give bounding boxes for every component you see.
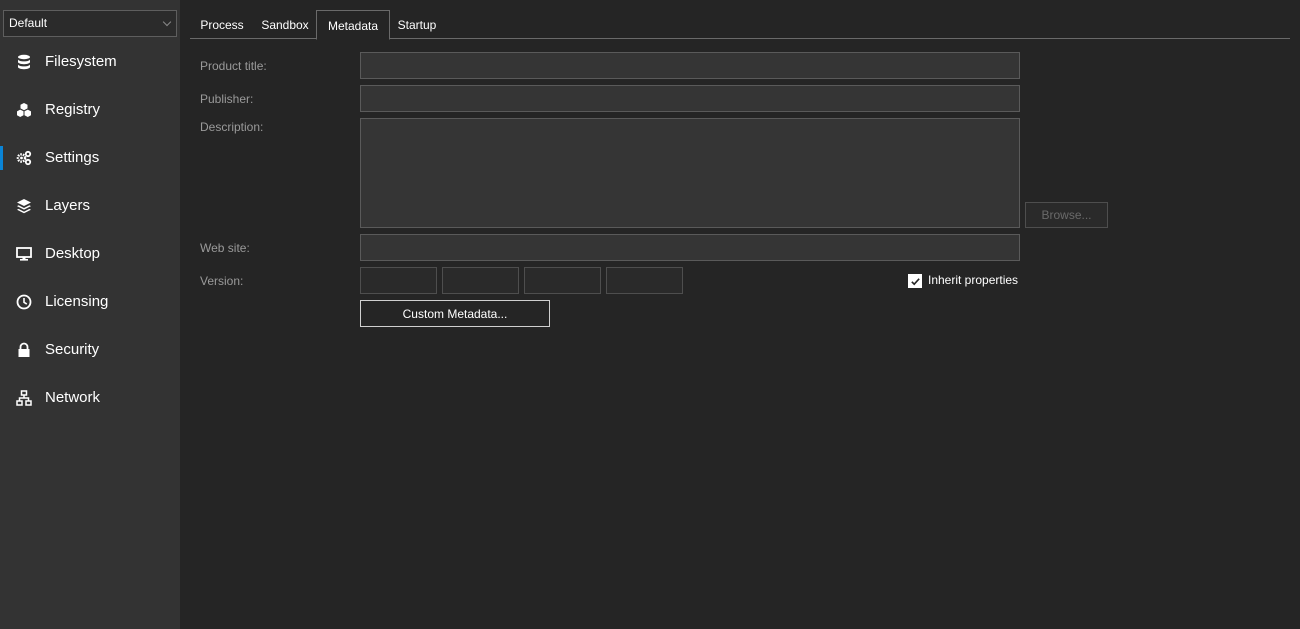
version-minor-field[interactable] (442, 267, 519, 294)
sidebar: Default Filesystem Registry Settings Lay… (0, 0, 180, 629)
version-major-field[interactable] (360, 267, 437, 294)
tab-sandbox[interactable]: Sandbox (254, 10, 316, 39)
sidebar-item-filesystem[interactable]: Filesystem (0, 42, 180, 82)
product-title-field[interactable] (360, 52, 1020, 79)
inherit-properties-checkbox[interactable] (908, 274, 922, 288)
sidebar-item-network[interactable]: Network (0, 378, 180, 418)
custom-metadata-button[interactable]: Custom Metadata... (360, 300, 550, 327)
inherit-properties-label: Inherit properties (928, 273, 1019, 287)
chevron-down-icon (162, 17, 172, 27)
database-icon (16, 54, 32, 70)
tab-metadata[interactable]: Metadata (316, 10, 390, 40)
lock-icon (16, 342, 32, 358)
product-title-label: Product title: (200, 59, 267, 73)
version-build-field[interactable] (524, 267, 601, 294)
monitor-icon (16, 246, 32, 262)
sidebar-item-licensing[interactable]: Licensing (0, 282, 180, 322)
checkmark-icon (911, 278, 920, 286)
tab-label: Sandbox (261, 18, 309, 32)
layers-icon (16, 198, 32, 214)
sidebar-item-label: Network (45, 389, 101, 406)
website-label: Web site: (200, 241, 250, 255)
sidebar-item-label: Registry (45, 101, 101, 118)
gears-icon (16, 150, 32, 166)
cubes-icon (16, 102, 32, 118)
browse-button-label: Browse... (1041, 208, 1092, 222)
version-label: Version: (200, 274, 244, 288)
description-label: Description: (200, 120, 264, 134)
profile-dropdown-value: Default (9, 16, 48, 30)
custom-metadata-button-label: Custom Metadata... (402, 307, 508, 321)
app-window: Default Filesystem Registry Settings Lay… (0, 0, 1300, 629)
sidebar-item-label: Settings (45, 149, 100, 166)
sidebar-item-layers[interactable]: Layers (0, 186, 180, 226)
tab-bar: Process Sandbox Metadata Startup (190, 10, 1290, 40)
network-icon (16, 390, 32, 406)
sidebar-item-registry[interactable]: Registry (0, 90, 180, 130)
tab-process[interactable]: Process (193, 10, 251, 39)
publisher-label: Publisher: (200, 92, 254, 106)
description-field[interactable] (360, 118, 1020, 228)
browse-button[interactable]: Browse... (1025, 202, 1108, 228)
sidebar-item-security[interactable]: Security (0, 330, 180, 370)
clock-icon (16, 294, 32, 310)
sidebar-item-label: Filesystem (45, 53, 117, 70)
sidebar-item-label: Desktop (45, 245, 101, 262)
sidebar-item-label: Security (45, 341, 100, 358)
tab-label: Startup (397, 18, 437, 32)
sidebar-item-desktop[interactable]: Desktop (0, 234, 180, 274)
tab-label: Process (200, 18, 244, 32)
sidebar-item-label: Layers (45, 197, 91, 214)
version-revision-field[interactable] (606, 267, 683, 294)
main-panel: Process Sandbox Metadata Startup Product… (180, 0, 1300, 629)
publisher-field[interactable] (360, 85, 1020, 112)
sidebar-item-label: Licensing (45, 293, 109, 310)
tab-startup[interactable]: Startup (393, 10, 441, 39)
tab-label: Metadata (327, 19, 379, 33)
profile-dropdown[interactable]: Default (3, 10, 177, 37)
website-field[interactable] (360, 234, 1020, 261)
sidebar-item-settings[interactable]: Settings (0, 138, 180, 178)
